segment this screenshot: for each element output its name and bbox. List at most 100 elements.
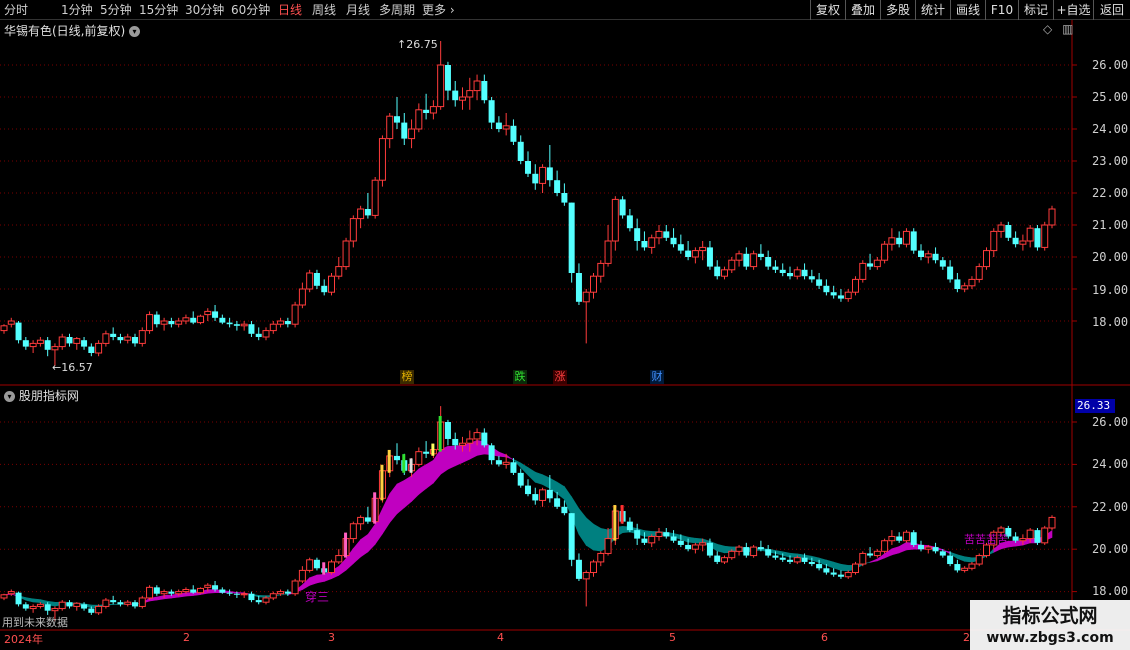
candle	[146, 314, 154, 332]
indicator-candle	[604, 538, 612, 554]
candle	[670, 237, 677, 245]
indicator-candle	[546, 489, 553, 499]
candle	[626, 215, 633, 229]
candle	[735, 253, 743, 261]
indicator-candle	[502, 461, 510, 465]
ribbon-segment	[585, 517, 594, 551]
indicator-candle	[685, 544, 692, 550]
ribbon-segment	[353, 538, 361, 565]
main-candles	[0, 41, 1056, 366]
candle	[867, 263, 874, 267]
indicator-panel-title: ▾ 股朋指标网	[4, 387, 79, 404]
ribbon-segment	[811, 555, 820, 563]
ribbon-segment	[1015, 540, 1024, 547]
candle	[342, 240, 350, 268]
y-tick: 24.00	[1092, 122, 1129, 136]
y-tick: 21.00	[1092, 218, 1129, 232]
indicator-candle	[1026, 529, 1034, 540]
indicator-candle	[29, 605, 37, 610]
candle	[321, 285, 328, 293]
candle	[284, 321, 291, 325]
x-tick: 4	[497, 631, 504, 644]
candle	[44, 340, 51, 350]
event-marker-die[interactable]: 跌	[513, 370, 527, 384]
candle	[437, 64, 445, 108]
indicator-candle	[226, 592, 233, 594]
panel-controls: ◇ ▥	[1043, 22, 1073, 36]
indicator-candle	[110, 600, 117, 603]
indicator-candle	[735, 546, 743, 552]
indicator-candle	[298, 569, 306, 582]
candle	[721, 269, 728, 277]
main-panel-title: 华锡有色(日线,前复权) ▾	[4, 22, 141, 39]
candle	[1005, 225, 1012, 238]
ribbon-segment	[163, 594, 172, 600]
candle	[1048, 208, 1056, 226]
indicator-candle	[677, 540, 684, 545]
candle	[262, 330, 270, 338]
indicator-candle	[117, 602, 124, 605]
candle	[517, 141, 524, 161]
candle	[371, 179, 379, 216]
candle	[1041, 224, 1049, 248]
indicator-candle	[873, 550, 881, 557]
ribbon-segment	[207, 589, 216, 594]
candle	[117, 337, 124, 341]
window-toggle-icon[interactable]: ▥	[1062, 22, 1073, 36]
event-marker-cai[interactable]: 财	[650, 370, 664, 384]
indicator-candle	[517, 472, 524, 486]
indicator-candle	[808, 561, 815, 565]
candle	[394, 116, 400, 123]
candle	[648, 237, 656, 248]
ribbon-segment	[389, 483, 398, 524]
indicator-candle	[816, 564, 823, 569]
ribbon-segment	[775, 550, 784, 556]
indicator-candle	[532, 494, 539, 501]
indicator-candle	[525, 485, 531, 495]
candle	[743, 253, 750, 267]
indicator-candle	[394, 455, 400, 461]
candle	[801, 269, 808, 277]
candle	[219, 317, 226, 323]
indicator-candle	[415, 451, 423, 465]
candle	[22, 340, 29, 347]
ribbon-segment	[411, 468, 420, 503]
arrow-icon: ↑	[397, 38, 407, 51]
candle	[415, 109, 423, 130]
indicator-candle	[801, 557, 808, 562]
indicator-candle	[787, 559, 793, 562]
event-marker-zhang[interactable]: 涨	[553, 370, 567, 384]
indicator-candle	[1012, 536, 1019, 541]
indicator-candle	[561, 506, 568, 514]
candle	[204, 310, 212, 316]
low-price-marker: ←16.57	[52, 361, 93, 374]
indicator-candle	[481, 432, 488, 446]
indicator-candle	[495, 460, 502, 465]
chevron-down-icon[interactable]: ▾	[129, 26, 141, 37]
candle	[961, 285, 969, 290]
signal-bar	[613, 505, 617, 541]
y-tick: 19.00	[1092, 283, 1129, 297]
ribbon-segment	[578, 507, 587, 547]
candle	[459, 96, 466, 101]
candle	[561, 193, 568, 203]
watermark-title: 指标公式网	[1002, 605, 1098, 627]
diamond-icon[interactable]: ◇	[1043, 22, 1052, 36]
high-price-label: 26.75	[406, 38, 438, 51]
candle	[306, 272, 314, 290]
candle	[364, 209, 371, 216]
chevron-down-icon[interactable]: ▾	[4, 391, 15, 402]
candle	[816, 279, 823, 286]
indicator-candle	[335, 555, 343, 563]
indicator-candle	[212, 585, 219, 590]
event-marker-bang[interactable]: 榜	[400, 370, 414, 384]
candle	[990, 230, 998, 252]
indicator-candle	[132, 602, 138, 607]
indicator-candle	[648, 535, 656, 544]
indicator-candle	[975, 555, 983, 565]
indicator-candle	[175, 591, 183, 595]
indicator-candle	[1019, 538, 1027, 542]
indicator-candle	[626, 521, 633, 531]
indicator-candle	[190, 589, 197, 593]
indicator-candle	[88, 608, 95, 613]
